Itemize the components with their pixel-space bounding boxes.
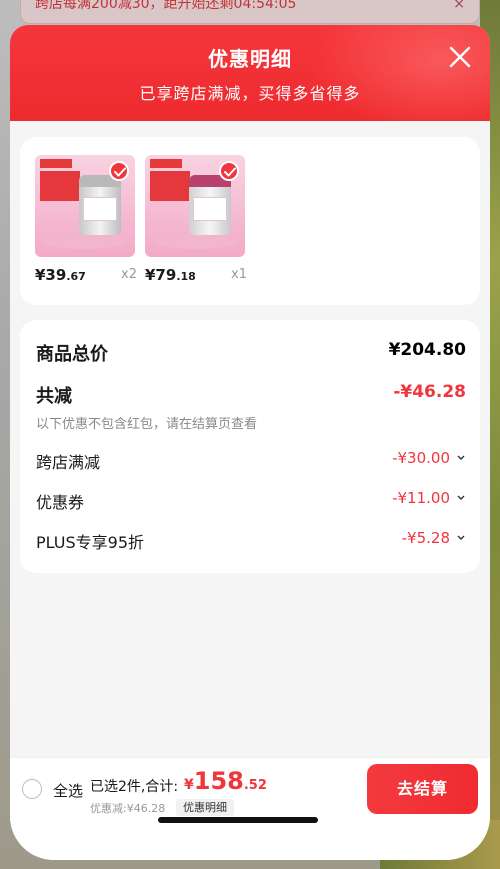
select-all-radio[interactable] — [22, 779, 42, 799]
saved-amount: 优惠减:¥46.28 — [90, 802, 166, 815]
product-item[interactable]: ¥39.67 x2 — [35, 155, 137, 285]
discount-label: 跨店满减 — [36, 453, 101, 472]
product-price: ¥39.67 — [35, 266, 86, 284]
promo-notice-text: 跨店每满200减30，距开始还剩04:54:05 — [35, 0, 297, 12]
total-reduction-value: -¥46.28 — [393, 382, 466, 402]
chevron-down-icon — [457, 495, 465, 500]
reduction-note: 以下优惠不包含红包，请在结算页查看 — [36, 417, 258, 432]
product-quantity: x1 — [231, 267, 247, 282]
discount-value: -¥5.28 — [402, 529, 466, 547]
selected-check-icon[interactable] — [109, 161, 129, 181]
total-reduction-row: 共减 -¥46.28 — [36, 382, 466, 408]
total-price-value: ¥204.80 — [388, 340, 466, 360]
checkout-button[interactable]: 去结算 — [367, 764, 478, 814]
selected-check-icon[interactable] — [219, 161, 239, 181]
header-decoration — [310, 25, 490, 121]
total-price-label: 商品总价 — [36, 344, 108, 365]
discount-label: 优惠券 — [36, 493, 85, 512]
product-price: ¥79.18 — [145, 266, 196, 284]
checkout-bar: 全选 已选2件,合计: ¥158.52 优惠减:¥46.28 优惠明细 去结算 — [10, 757, 490, 821]
discount-row-plus[interactable]: PLUS专享95折 -¥5.28 — [36, 529, 466, 553]
sheet-header: 优惠明细 已享跨店满减，买得多省得多 — [10, 25, 490, 121]
select-all-label[interactable]: 全选 — [53, 780, 83, 801]
sheet-title: 优惠明细 — [208, 47, 292, 71]
total-payable: ¥158.52 — [184, 767, 267, 795]
sheet-subtitle: 已享跨店满减，买得多省得多 — [139, 84, 361, 103]
product-podium — [43, 235, 127, 249]
brand-logo — [150, 159, 182, 168]
total-reduction-label: 共减 — [36, 386, 72, 407]
brand-logo — [40, 159, 72, 168]
discount-label: PLUS专享95折 — [36, 533, 144, 552]
close-icon[interactable] — [448, 45, 472, 69]
product-item[interactable]: ¥79.18 x1 — [145, 155, 247, 285]
price-summary-card: 商品总价 ¥204.80 共减 -¥46.28 以下优惠不包含红包，请在结算页查… — [20, 320, 480, 573]
discount-value: -¥30.00 — [392, 449, 466, 467]
product-price-row: ¥79.18 x1 — [145, 265, 247, 285]
safe-area — [10, 821, 490, 860]
discount-detail-sheet: 优惠明细 已享跨店满减，买得多省得多 ¥39.67 x2 ¥79.18 x1 商… — [10, 25, 490, 860]
promo-notice-bar: 跨店每满200减30，距开始还剩04:54:05 × — [20, 0, 480, 24]
promo-close-icon[interactable]: × — [453, 0, 465, 15]
product-bottle-image — [189, 175, 231, 235]
home-indicator — [158, 817, 318, 823]
selected-count-text: 已选2件,合计: — [90, 779, 179, 795]
chevron-down-icon — [457, 455, 465, 460]
total-price-row: 商品总价 ¥204.80 — [36, 340, 466, 366]
product-card: ¥39.67 x2 ¥79.18 x1 — [20, 137, 480, 305]
product-bottle-image — [79, 175, 121, 235]
discount-row-cross-store[interactable]: 跨店满减 -¥30.00 — [36, 449, 466, 473]
discount-row-coupon[interactable]: 优惠券 -¥11.00 — [36, 489, 466, 513]
chevron-down-icon — [457, 535, 465, 540]
product-promo-tag — [150, 171, 190, 201]
product-thumbnail[interactable] — [145, 155, 245, 257]
discount-value: -¥11.00 — [392, 489, 466, 507]
product-promo-tag — [40, 171, 80, 201]
product-podium — [153, 235, 237, 249]
product-price-row: ¥39.67 x2 — [35, 265, 137, 285]
product-thumbnail[interactable] — [35, 155, 135, 257]
product-quantity: x2 — [121, 267, 137, 282]
discount-detail-toggle[interactable]: 优惠明细 — [176, 799, 234, 816]
